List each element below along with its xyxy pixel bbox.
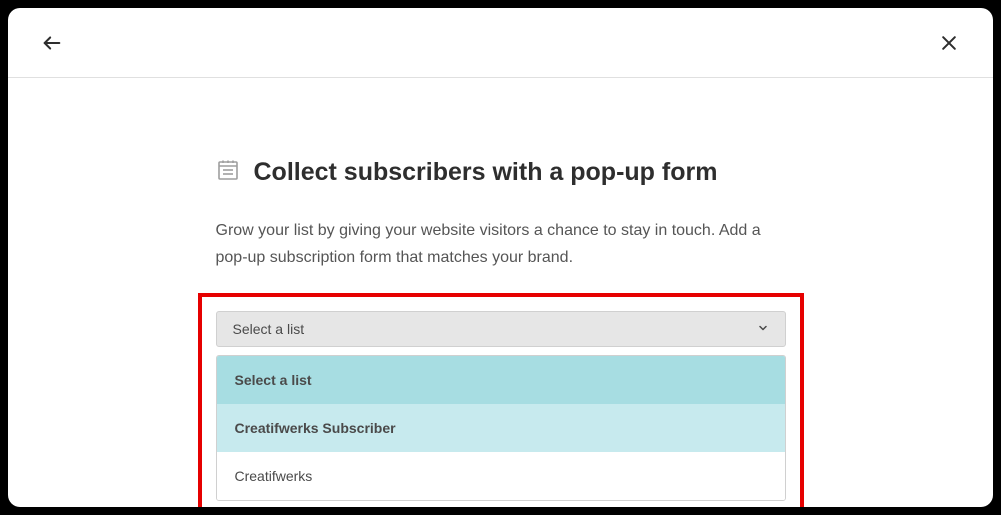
dropdown-option-placeholder[interactable]: Select a list bbox=[217, 356, 785, 404]
list-select[interactable]: Select a list bbox=[216, 311, 786, 347]
dropdown-option-label: Creatifwerks bbox=[235, 468, 313, 484]
modal-content: Collect subscribers with a pop-up form G… bbox=[8, 78, 993, 507]
dropdown-option-1[interactable]: Creatifwerks Subscriber bbox=[217, 404, 785, 452]
page-title: Collect subscribers with a pop-up form bbox=[254, 158, 718, 187]
title-row: Collect subscribers with a pop-up form bbox=[216, 158, 786, 187]
back-button[interactable] bbox=[36, 27, 68, 59]
select-label: Select a list bbox=[233, 321, 305, 337]
dropdown-option-2[interactable]: Creatifwerks bbox=[217, 452, 785, 500]
description-text: Grow your list by giving your website vi… bbox=[216, 217, 786, 271]
form-icon bbox=[216, 158, 240, 187]
modal-topbar bbox=[8, 8, 993, 78]
arrow-left-icon bbox=[41, 32, 63, 54]
close-button[interactable] bbox=[933, 27, 965, 59]
list-dropdown: Select a list Creatifwerks Subscriber Cr… bbox=[216, 355, 786, 501]
dropdown-option-label: Select a list bbox=[235, 372, 312, 388]
chevron-down-icon bbox=[757, 321, 769, 337]
close-icon bbox=[939, 33, 959, 53]
dropdown-option-label: Creatifwerks Subscriber bbox=[235, 420, 396, 436]
modal-window: Collect subscribers with a pop-up form G… bbox=[8, 8, 993, 507]
highlight-annotation: Select a list Select a list Creatifwerks… bbox=[198, 293, 804, 507]
